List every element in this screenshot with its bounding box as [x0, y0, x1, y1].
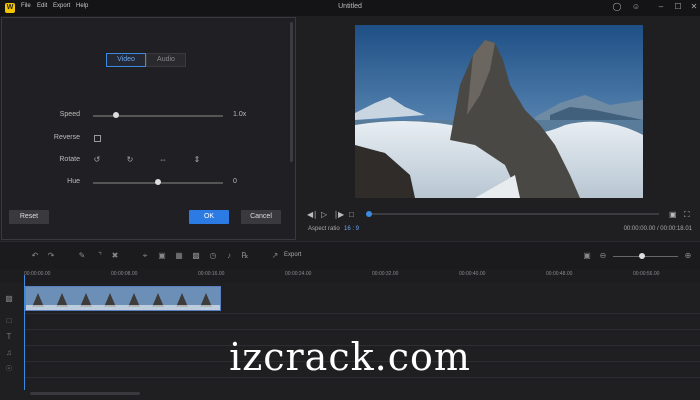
- hue-value: 0: [233, 178, 237, 185]
- rotate-right-icon[interactable]: ↻: [125, 155, 135, 164]
- feedback-icon[interactable]: ☺: [630, 2, 642, 11]
- track-divider: [24, 329, 700, 330]
- crop-icon[interactable]: ⌖: [140, 251, 150, 261]
- tab-audio[interactable]: Audio: [146, 53, 186, 67]
- panel-scrollbar[interactable]: [290, 22, 293, 162]
- flip-vertical-icon[interactable]: ⇕: [192, 155, 202, 164]
- redo-icon[interactable]: ↷: [46, 251, 56, 260]
- mosaic-icon[interactable]: ▦: [174, 251, 184, 260]
- export-icon[interactable]: ↗: [270, 251, 280, 260]
- edit-toolbar: [0, 241, 700, 269]
- aspect-ratio-value[interactable]: 16 : 9: [344, 226, 359, 232]
- speech-to-text-icon[interactable]: ℞: [240, 251, 250, 260]
- hue-slider-handle[interactable]: [155, 179, 161, 185]
- freeze-frame-icon[interactable]: ▩: [191, 251, 201, 260]
- ruler-tick-label: 00:00:40.00: [459, 271, 486, 277]
- speed-panel: [1, 17, 296, 240]
- undo-icon[interactable]: ↶: [30, 251, 40, 260]
- fullscreen-icon[interactable]: ⛶: [684, 210, 690, 220]
- rotate-left-icon[interactable]: ↺: [92, 155, 102, 164]
- window-title: Untitled: [338, 3, 362, 10]
- overlay-track-icon[interactable]: □: [2, 316, 16, 325]
- reverse-label: Reverse: [53, 134, 80, 141]
- edit-icon[interactable]: ✎: [77, 251, 87, 260]
- ruler-tick-label: 00:00:32.00: [372, 271, 399, 277]
- zoom-out-icon[interactable]: ⊖: [598, 251, 608, 260]
- ruler-tick-label: 00:00:08.00: [111, 271, 138, 277]
- minimize-icon[interactable]: –: [655, 2, 667, 11]
- playback-handle[interactable]: [366, 211, 372, 217]
- reverse-checkbox[interactable]: [94, 135, 101, 142]
- ruler-tick-label: 00:00:16.00: [198, 271, 225, 277]
- maximize-icon[interactable]: ☐: [672, 2, 684, 11]
- playback-progress-bar[interactable]: [366, 213, 659, 215]
- ruler-tick-label: 00:00:48.00: [546, 271, 573, 277]
- ok-button[interactable]: OK: [189, 210, 229, 224]
- ruler-tick-label: 00:00:56.00: [633, 271, 660, 277]
- playback-time: 00:00:00.00 / 00:00:18.01: [623, 226, 692, 232]
- mountain-image: [355, 25, 643, 198]
- stop-icon[interactable]: □: [349, 210, 354, 219]
- zoom-in-icon[interactable]: ⊕: [683, 251, 693, 260]
- zoom-slider-track[interactable]: [613, 256, 678, 257]
- clip-thumbnails: [26, 287, 220, 310]
- user-icon[interactable]: ◯: [611, 2, 623, 11]
- ruler-tick-label: 00:00:24.00: [285, 271, 312, 277]
- delete-icon[interactable]: ✖: [110, 251, 120, 260]
- export-label[interactable]: Export: [284, 252, 301, 258]
- previous-frame-icon[interactable]: ◀∣: [307, 210, 317, 219]
- close-icon[interactable]: ✕: [688, 2, 700, 11]
- aspect-ratio-label: Aspect ratio: [308, 226, 340, 232]
- flip-horizontal-icon[interactable]: ⇔: [158, 155, 168, 164]
- timeline-ruler[interactable]: [0, 269, 700, 283]
- duration-icon[interactable]: ◷: [208, 251, 218, 260]
- hue-label: Hue: [67, 178, 80, 185]
- speed-label: Speed: [59, 111, 80, 118]
- rotate-label: Rotate: [59, 156, 80, 163]
- timeline-scrollbar[interactable]: [30, 392, 140, 395]
- cancel-button[interactable]: Cancel: [241, 210, 281, 224]
- speed-value: 1.0x: [233, 111, 247, 118]
- split-icon[interactable]: ⌝: [95, 251, 105, 260]
- next-frame-icon[interactable]: ∣▶: [334, 210, 344, 219]
- ruler-tick-label: 00:00:00.00: [24, 271, 51, 277]
- track-divider: [24, 313, 700, 314]
- watermark-text: izcrack.com: [229, 335, 471, 379]
- reset-button[interactable]: Reset: [9, 210, 49, 224]
- tab-video[interactable]: Video: [106, 53, 146, 67]
- video-track-icon[interactable]: ▩: [2, 294, 16, 303]
- zoom-slider-handle[interactable]: [639, 253, 645, 259]
- video-frame[interactable]: [355, 25, 643, 198]
- snapshot-icon[interactable]: ▣: [669, 210, 677, 219]
- voiceover-icon[interactable]: ♪: [224, 251, 234, 260]
- zoom-crop-icon[interactable]: ▣: [157, 251, 167, 260]
- fit-timeline-icon[interactable]: ▣: [582, 251, 592, 260]
- play-icon[interactable]: ▷: [321, 210, 327, 219]
- video-clip[interactable]: [25, 286, 221, 311]
- app-window: W File Edit Export Help Untitled ◯ ☺ – ☐…: [0, 0, 700, 400]
